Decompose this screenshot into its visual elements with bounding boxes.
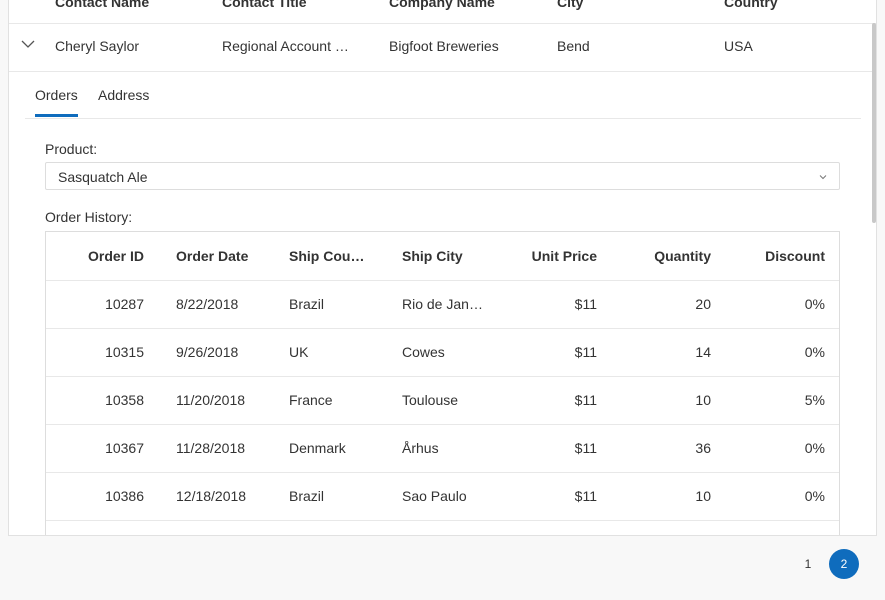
cell-ship-country: France xyxy=(273,376,386,425)
cell-city: Bend xyxy=(557,38,590,54)
pager: 1 2 xyxy=(0,546,885,600)
cell-order-id: 10287 xyxy=(46,280,160,329)
product-select[interactable]: Sasquatch Ale xyxy=(45,162,840,190)
column-header-order-id[interactable]: Order ID xyxy=(46,232,160,281)
cell-unit-price: $11 xyxy=(499,280,613,329)
cell-order-id: 10315 xyxy=(46,328,160,377)
chevron-down-icon[interactable] xyxy=(19,35,37,53)
cell-ship-country: Brazil xyxy=(273,472,386,521)
cell-ship-city xyxy=(386,520,499,535)
column-header-ship-city[interactable]: Ship City xyxy=(386,232,499,281)
cell-contact-name: Cheryl Saylor xyxy=(55,38,140,54)
cell-unit-price xyxy=(499,520,613,535)
table-row[interactable]: 10386 12/18/2018 Brazil Sao Paulo $11 10… xyxy=(46,472,839,521)
cell-order-date: 8/22/2018 xyxy=(160,280,273,329)
cell-unit-price: $11 xyxy=(499,424,613,473)
column-header-country[interactable]: Country xyxy=(724,0,778,10)
order-history-table: Order ID Order Date Ship Country Ship Ci… xyxy=(45,231,840,535)
cell-order-id: 10386 xyxy=(46,472,160,521)
cell-unit-price: $11 xyxy=(499,328,613,377)
cell-order-id: 10358 xyxy=(46,376,160,425)
cell-discount: 0% xyxy=(727,280,839,329)
cell-order-id xyxy=(46,520,160,535)
column-header-contact-name[interactable]: Contact Name xyxy=(55,0,149,10)
cell-unit-price: $11 xyxy=(499,472,613,521)
cell-discount: 0% xyxy=(727,424,839,473)
cell-order-date: 12/18/2018 xyxy=(160,472,273,521)
column-header-discount[interactable]: Discount xyxy=(727,232,839,281)
cell-ship-city: Toulouse xyxy=(386,376,499,425)
master-row[interactable]: Cheryl Saylor Regional Account Represent… xyxy=(9,23,876,72)
tab-selected-indicator xyxy=(35,114,78,117)
page-button-2[interactable]: 2 xyxy=(829,549,859,579)
table-row[interactable]: 10358 11/20/2018 France Toulouse $11 10 … xyxy=(46,376,839,425)
cell-company-name: Bigfoot Breweries xyxy=(389,38,499,54)
cell-contact-title: Regional Account Representative xyxy=(222,38,350,54)
cell-quantity: 10 xyxy=(613,472,727,521)
cell-ship-city: Sao Paulo xyxy=(386,472,499,521)
chevron-down-icon xyxy=(817,170,829,182)
table-row[interactable]: 10287 8/22/2018 Brazil Rio de Janeiro $1… xyxy=(46,280,839,329)
cell-country: USA xyxy=(724,38,753,54)
orders-header-row: Order ID Order Date Ship Country Ship Ci… xyxy=(46,232,839,281)
column-header-order-date[interactable]: Order Date xyxy=(160,232,273,281)
tab-orders[interactable]: Orders xyxy=(35,87,78,103)
cell-quantity xyxy=(613,520,727,535)
product-label: Product: xyxy=(45,141,98,157)
cell-order-date: 9/26/2018 xyxy=(160,328,273,377)
cell-ship-city: Rio de Janeiro xyxy=(386,280,499,329)
tab-address[interactable]: Address xyxy=(98,87,149,103)
column-header-contact-title[interactable]: Contact Title xyxy=(222,0,307,10)
cell-order-date: 11/28/2018 xyxy=(160,424,273,473)
cell-discount: 0% xyxy=(727,472,839,521)
cell-discount: 5% xyxy=(727,376,839,425)
cell-discount xyxy=(727,520,839,535)
cell-ship-city: Århus xyxy=(386,424,499,473)
table-row[interactable]: 10367 11/28/2018 Denmark Århus $11 36 0% xyxy=(46,424,839,473)
cell-quantity: 10 xyxy=(613,376,727,425)
cell-order-date xyxy=(160,520,273,535)
column-header-ship-country[interactable]: Ship Country xyxy=(273,232,386,281)
column-header-city[interactable]: City xyxy=(557,0,583,10)
vertical-scrollbar[interactable] xyxy=(872,23,876,223)
cell-order-date: 11/20/2018 xyxy=(160,376,273,425)
master-header-row: Contact Name Contact Title Company Name … xyxy=(9,0,876,24)
cell-quantity: 20 xyxy=(613,280,727,329)
product-select-value: Sasquatch Ale xyxy=(58,169,148,185)
column-header-unit-price[interactable]: Unit Price xyxy=(499,232,613,281)
detail-tabs: Orders Address xyxy=(25,72,861,119)
cell-quantity: 36 xyxy=(613,424,727,473)
detail-panel: Orders Address Product: Sasquatch Ale Or… xyxy=(25,72,861,535)
cell-unit-price: $11 xyxy=(499,376,613,425)
cell-ship-country: Denmark xyxy=(273,424,386,473)
cell-discount: 0% xyxy=(727,328,839,377)
cell-quantity: 14 xyxy=(613,328,727,377)
order-history-label: Order History: xyxy=(45,209,133,225)
cell-ship-country: Brazil xyxy=(273,280,386,329)
master-detail-grid: Contact Name Contact Title Company Name … xyxy=(8,0,877,536)
cell-ship-country: UK xyxy=(273,328,386,377)
cell-ship-city: Cowes xyxy=(386,328,499,377)
column-header-company-name[interactable]: Company Name xyxy=(389,0,495,10)
column-header-quantity[interactable]: Quantity xyxy=(613,232,727,281)
table-row[interactable]: 10315 9/26/2018 UK Cowes $11 14 0% xyxy=(46,328,839,377)
cell-ship-country xyxy=(273,520,386,535)
cell-order-id: 10367 xyxy=(46,424,160,473)
table-row[interactable] xyxy=(46,520,839,535)
page-button-1[interactable]: 1 xyxy=(793,549,823,579)
